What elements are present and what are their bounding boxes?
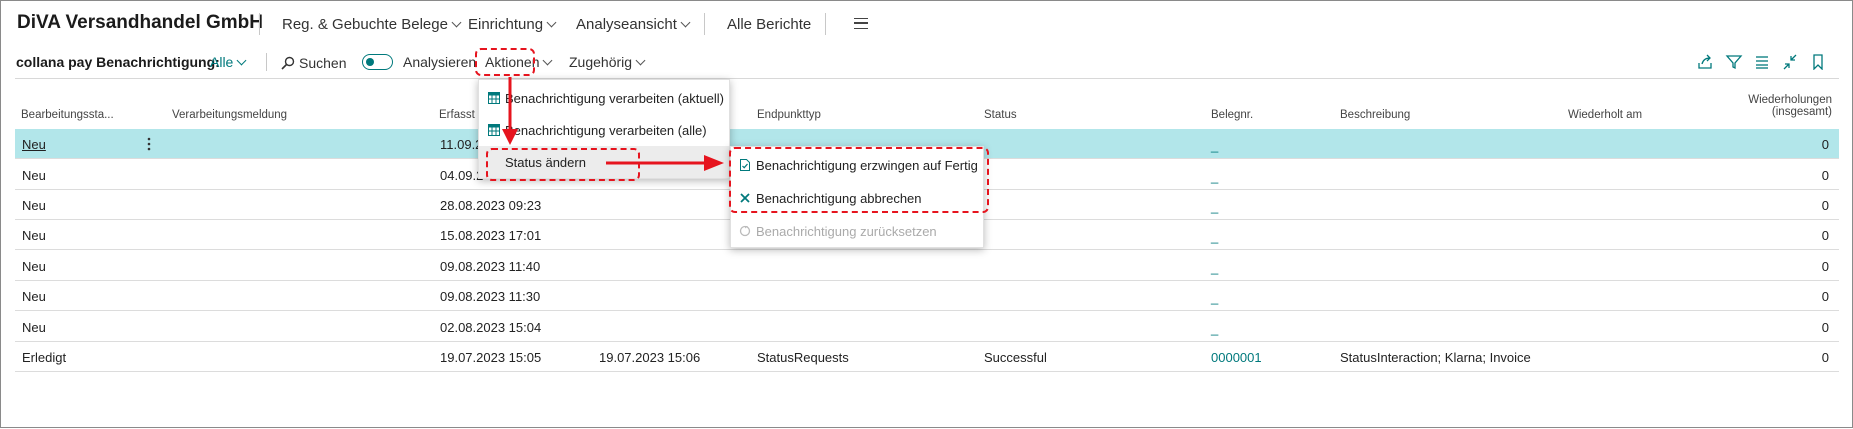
menu-item-reset-notification: Benachrichtigung zurücksetzen bbox=[731, 215, 983, 247]
bookmark-icon[interactable] bbox=[1809, 54, 1827, 70]
cell-repeats: 0 bbox=[1821, 289, 1829, 304]
chevron-down-icon bbox=[236, 55, 247, 66]
table-row[interactable]: Erledigt 19.07.2023 15:05 19.07.2023 15:… bbox=[15, 342, 1839, 372]
column-header-message[interactable]: Verarbeitungsmeldung bbox=[172, 109, 287, 121]
column-header-endpoint[interactable]: Endpunkttyp bbox=[757, 109, 821, 121]
cell-doc-no[interactable]: _ bbox=[1211, 169, 1218, 184]
table-grid-icon bbox=[488, 124, 500, 136]
toolbar-separator bbox=[266, 53, 267, 71]
nav-item-analysis-view[interactable]: Analyseansicht bbox=[576, 16, 691, 33]
cell-status: Neu bbox=[22, 228, 46, 243]
cell-status: Neu bbox=[22, 259, 46, 274]
cell-status[interactable]: Neu bbox=[22, 137, 46, 152]
actions-menu-button[interactable]: Aktionen bbox=[485, 54, 553, 70]
analyze-label[interactable]: Analysieren bbox=[403, 54, 476, 70]
cell-doc-no[interactable]: _ bbox=[1211, 229, 1218, 244]
menu-item-force-finished[interactable]: Benachrichtigung erzwingen auf Fertig bbox=[731, 149, 983, 181]
search-icon bbox=[281, 56, 295, 70]
chevron-down-icon bbox=[546, 17, 557, 28]
column-header-status[interactable]: Bearbeitungssta... bbox=[21, 109, 114, 121]
hamburger-menu-icon[interactable] bbox=[854, 18, 868, 29]
menu-item-process-all[interactable]: Benachrichtigung verarbeiten (alle) bbox=[479, 114, 729, 146]
change-status-submenu: Benachrichtigung erzwingen auf Fertig Be… bbox=[730, 146, 984, 248]
action-bar: collana pay Benachrichtigung: Alle Suche… bbox=[1, 47, 1852, 77]
row-actions-icon[interactable] bbox=[147, 137, 151, 151]
cell-created: 28.08.2023 09:23 bbox=[440, 198, 542, 213]
cell-state: Successful bbox=[984, 350, 1047, 365]
cell-description: StatusInteraction; Klarna; Invoice bbox=[1340, 350, 1531, 365]
cell-repeats: 0 bbox=[1821, 168, 1829, 183]
nav-item-posted-documents[interactable]: Reg. & Gebuchte Belege bbox=[282, 16, 462, 33]
nav-separator bbox=[259, 13, 260, 35]
chevron-down-icon bbox=[635, 55, 646, 66]
cell-status: Neu bbox=[22, 168, 46, 183]
table-row[interactable]: Neu 02.08.2023 15:04 _ 0 bbox=[15, 312, 1839, 342]
cell-created: 15.08.2023 17:01 bbox=[440, 228, 542, 243]
cell-status: Neu bbox=[22, 198, 46, 213]
toolbar-divider bbox=[15, 78, 1839, 79]
close-x-icon bbox=[740, 193, 750, 203]
cell-created: 04.09.2 bbox=[440, 168, 484, 183]
cell-doc-no[interactable]: _ bbox=[1211, 199, 1218, 214]
cell-doc-no[interactable]: _ bbox=[1211, 138, 1218, 153]
analyze-toggle[interactable] bbox=[362, 54, 393, 70]
reset-icon bbox=[739, 225, 751, 237]
nav-separator bbox=[704, 13, 705, 35]
cell-status: Neu bbox=[22, 320, 46, 335]
cell-created: 19.07.2023 15:05 bbox=[440, 350, 542, 365]
column-header-state[interactable]: Status bbox=[984, 109, 1017, 121]
view-filter-dropdown[interactable]: Alle bbox=[210, 54, 247, 70]
cell-status: Neu bbox=[22, 289, 46, 304]
cell-repeats: 0 bbox=[1821, 259, 1829, 274]
menu-item-change-status[interactable]: Status ändern bbox=[479, 146, 729, 178]
nav-item-setup[interactable]: Einrichtung bbox=[468, 16, 557, 33]
list-view-icon[interactable] bbox=[1753, 54, 1771, 70]
table-row[interactable]: Neu 09.08.2023 11:40 _ 0 bbox=[15, 251, 1839, 281]
top-navigation: DiVA Versandhandel GmbH Reg. & Gebuchte … bbox=[1, 1, 1852, 47]
cell-doc-no[interactable]: _ bbox=[1211, 260, 1218, 275]
document-check-icon bbox=[740, 159, 750, 171]
cell-created: 11.09.2 bbox=[440, 137, 483, 152]
filter-icon[interactable] bbox=[1725, 54, 1743, 70]
actions-dropdown-menu: Benachrichtigung verarbeiten (aktuell) B… bbox=[478, 79, 730, 179]
cell-doc-no[interactable]: _ bbox=[1211, 321, 1218, 336]
table-row[interactable]: Neu 09.08.2023 11:30 _ 0 bbox=[15, 281, 1839, 311]
chevron-down-icon bbox=[680, 17, 691, 28]
cell-created: 09.08.2023 11:40 bbox=[440, 259, 541, 274]
chevron-down-icon bbox=[543, 55, 553, 66]
cell-repeats: 0 bbox=[1821, 228, 1829, 243]
collapse-icon[interactable] bbox=[1781, 54, 1799, 70]
cell-repeats: 0 bbox=[1821, 320, 1829, 335]
page-caption: collana pay Benachrichtigung: bbox=[16, 54, 220, 70]
app-window: DiVA Versandhandel GmbH Reg. & Gebuchte … bbox=[0, 0, 1853, 428]
cell-status: Erledigt bbox=[22, 350, 67, 365]
company-name[interactable]: DiVA Versandhandel GmbH bbox=[17, 12, 263, 34]
cell-repeats: 0 bbox=[1821, 198, 1829, 213]
cell-created: 02.08.2023 15:04 bbox=[440, 320, 542, 335]
cell-doc-no[interactable]: _ bbox=[1211, 290, 1218, 305]
nav-separator bbox=[825, 13, 826, 35]
cell-endpoint: StatusRequests bbox=[757, 350, 849, 365]
menu-item-cancel-notification[interactable]: Benachrichtigung abbrechen bbox=[731, 182, 983, 214]
column-header-repeated-at[interactable]: Wiederholt am bbox=[1568, 109, 1642, 121]
nav-item-all-reports[interactable]: Alle Berichte bbox=[727, 16, 811, 33]
cell-created: 09.08.2023 11:30 bbox=[440, 289, 541, 304]
column-header-description[interactable]: Beschreibung bbox=[1340, 109, 1410, 121]
cell-processed: 19.07.2023 15:06 bbox=[599, 350, 701, 365]
share-icon[interactable] bbox=[1697, 54, 1715, 70]
cell-repeats: 0 bbox=[1821, 137, 1829, 152]
search-button[interactable]: Suchen bbox=[281, 54, 346, 71]
related-menu-button[interactable]: Zugehörig bbox=[569, 54, 646, 70]
chevron-down-icon bbox=[451, 17, 462, 28]
cell-repeats: 0 bbox=[1821, 350, 1829, 365]
cell-doc-no[interactable]: 0000001 bbox=[1211, 350, 1262, 365]
column-header-doc-no[interactable]: Belegnr. bbox=[1211, 109, 1253, 121]
table-grid-icon bbox=[488, 92, 500, 104]
column-header-repeats[interactable]: Wiederholungen (insgesamt) bbox=[1732, 94, 1832, 118]
menu-item-process-current[interactable]: Benachrichtigung verarbeiten (aktuell) bbox=[479, 82, 729, 114]
